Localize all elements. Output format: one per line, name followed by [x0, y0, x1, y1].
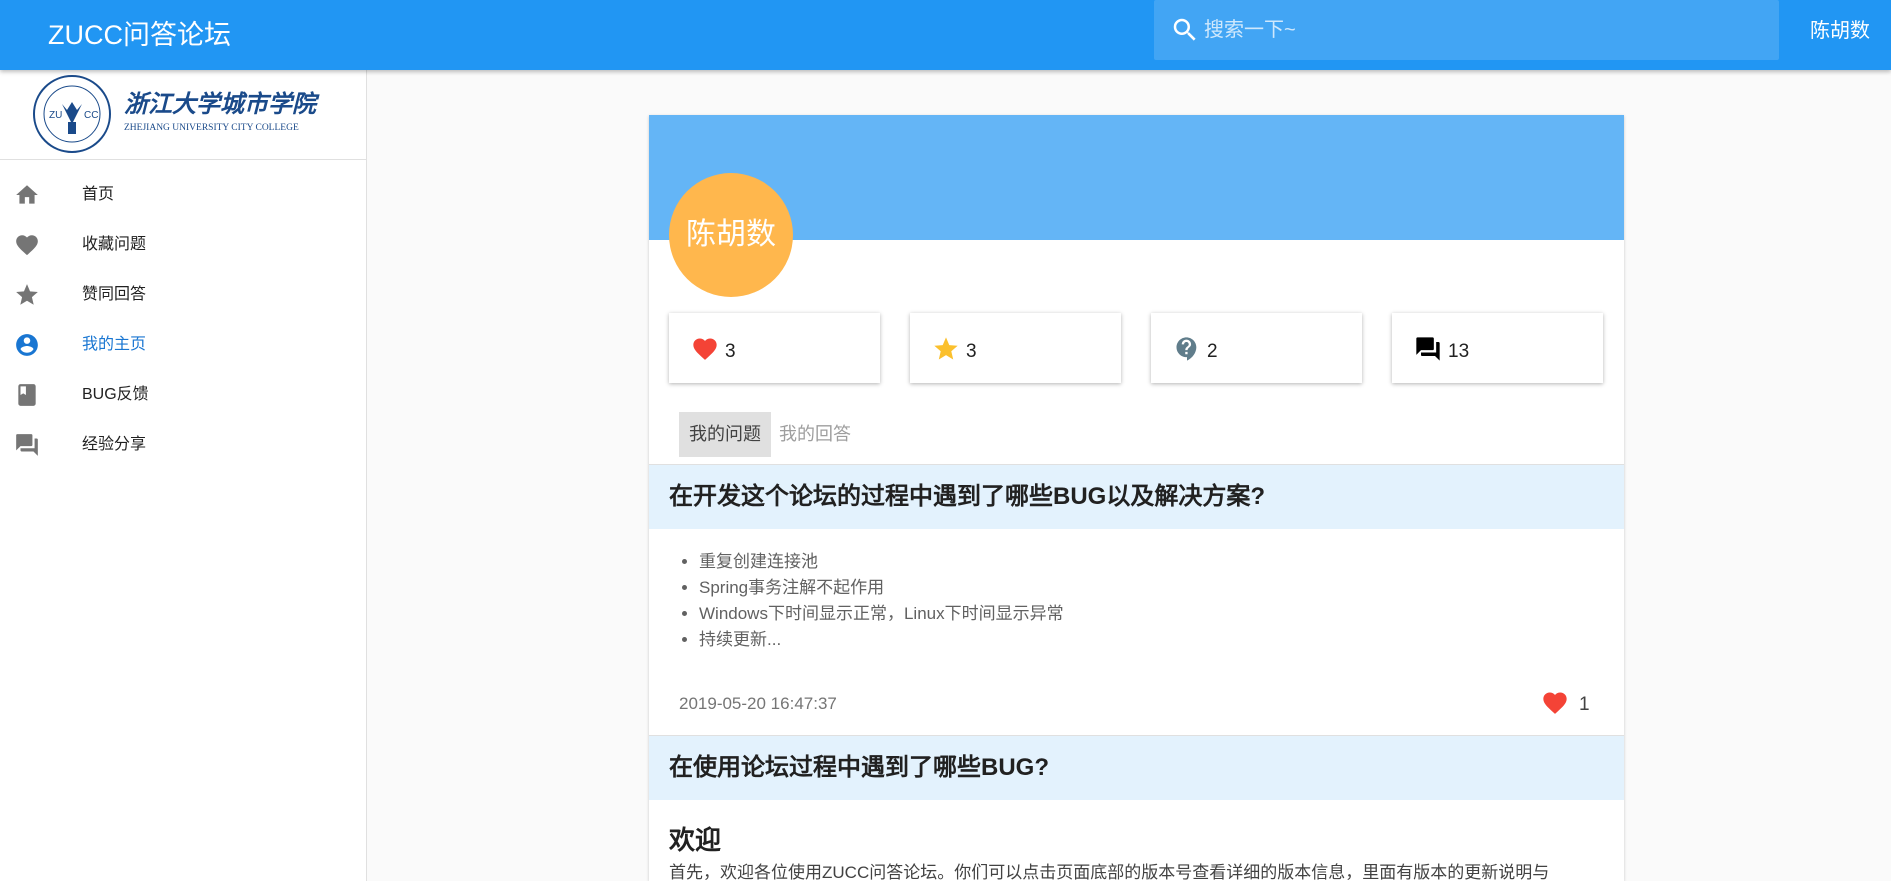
forum-icon	[16, 434, 38, 456]
sidebar-item-liked-answers[interactable]: 赞同回答	[0, 270, 367, 320]
post-heading: 欢迎	[669, 825, 722, 855]
list-item: 重复创建连接池	[699, 549, 1064, 575]
list-item: Spring事务注解不起作用	[699, 575, 1064, 601]
account-circle-icon	[16, 334, 38, 356]
sidebar-item-my-profile[interactable]: 我的主页	[0, 320, 367, 370]
avatar[interactable]: 陈胡数	[669, 173, 793, 297]
sidebar-item-label: 经验分享	[82, 436, 147, 453]
post-body: 首先，欢迎各位使用ZUCC问答论坛。你们可以点击页面底部的版本号查看详细的版本信…	[669, 863, 1550, 881]
sidebar-item-label: 赞同回答	[82, 286, 147, 303]
question-date: 2019-05-20 16:47:37	[679, 694, 837, 713]
search-input[interactable]	[1204, 0, 1764, 60]
sidebar-item-favorites[interactable]: 收藏问题	[0, 220, 367, 270]
sidebar-nav: 首页 收藏问题 赞同回答 我的主页 BUG反馈 经验分享	[0, 170, 367, 470]
home-icon	[16, 185, 38, 204]
stat-likes[interactable]: 3	[910, 313, 1121, 383]
stat-value: 3	[966, 341, 977, 362]
profile-header	[649, 115, 1624, 240]
question-like-count: 1	[1579, 694, 1590, 715]
sidebar-item-experience-share[interactable]: 经验分享	[0, 420, 367, 470]
question-icon	[1176, 337, 1197, 361]
sidebar-item-label: 首页	[82, 186, 115, 203]
forum-icon	[1416, 337, 1440, 361]
profile-card: 陈胡数 3 3 2 13 我的问题 我的回答 在开发这个论坛的过程中遇到了哪些B…	[649, 115, 1624, 881]
stat-value: 2	[1207, 341, 1218, 362]
list-item: Windows下时间显示正常，Linux下时间显示异常	[699, 601, 1064, 627]
svg-text:CC: CC	[84, 110, 98, 121]
sidebar-divider	[0, 159, 367, 160]
svg-text:ZU: ZU	[49, 110, 62, 121]
question-title[interactable]: 在使用论坛过程中遇到了哪些BUG?	[669, 752, 1049, 784]
search-box[interactable]	[1154, 0, 1779, 60]
stat-value: 3	[725, 341, 736, 362]
sidebar-item-label: BUG反馈	[82, 386, 149, 403]
heart-icon	[693, 338, 717, 360]
tab-my-questions[interactable]: 我的问题	[679, 412, 771, 457]
question-content-list: 重复创建连接池 Spring事务注解不起作用 Windows下时间显示正常，Li…	[699, 549, 1064, 653]
question-title-bar[interactable]: 在使用论坛过程中遇到了哪些BUG?	[649, 735, 1624, 800]
list-item: 持续更新...	[699, 627, 1064, 653]
user-menu[interactable]: 陈胡数	[1810, 17, 1870, 45]
sidebar-item-home[interactable]: 首页	[0, 170, 367, 220]
heart-icon[interactable]	[1541, 689, 1569, 717]
sidebar-item-label: 收藏问题	[82, 236, 147, 253]
svg-text:ZHEJIANG UNIVERSITY CITY COLLE: ZHEJIANG UNIVERSITY CITY COLLEGE	[124, 123, 299, 133]
sidebar-item-bug-report[interactable]: BUG反馈	[0, 370, 367, 420]
app-bar: ZUCC问答论坛 陈胡数	[0, 0, 1891, 70]
svg-text:浙江大学城市学院: 浙江大学城市学院	[124, 91, 320, 118]
tab-my-answers[interactable]: 我的回答	[769, 412, 861, 457]
question-title-bar[interactable]: 在开发这个论坛的过程中遇到了哪些BUG以及解决方案?	[649, 464, 1624, 529]
star-icon	[16, 284, 38, 305]
heart-icon	[16, 235, 38, 256]
book-icon	[18, 384, 36, 406]
sidebar-item-label: 我的主页	[82, 336, 147, 353]
stat-answers[interactable]: 13	[1392, 313, 1603, 383]
app-title[interactable]: ZUCC问答论坛	[48, 16, 231, 54]
star-icon	[934, 337, 958, 360]
stat-questions[interactable]: 2	[1151, 313, 1362, 383]
stat-value: 13	[1448, 341, 1470, 362]
zucc-logo: ZU CC 浙江大学城市学院 ZHEJIANG UNIVERSITY CITY …	[33, 75, 320, 153]
stat-favorites[interactable]: 3	[669, 313, 880, 383]
sidebar: ZU CC 浙江大学城市学院 ZHEJIANG UNIVERSITY CITY …	[0, 70, 367, 881]
search-icon	[1173, 18, 1196, 41]
question-title[interactable]: 在开发这个论坛的过程中遇到了哪些BUG以及解决方案?	[669, 481, 1265, 513]
